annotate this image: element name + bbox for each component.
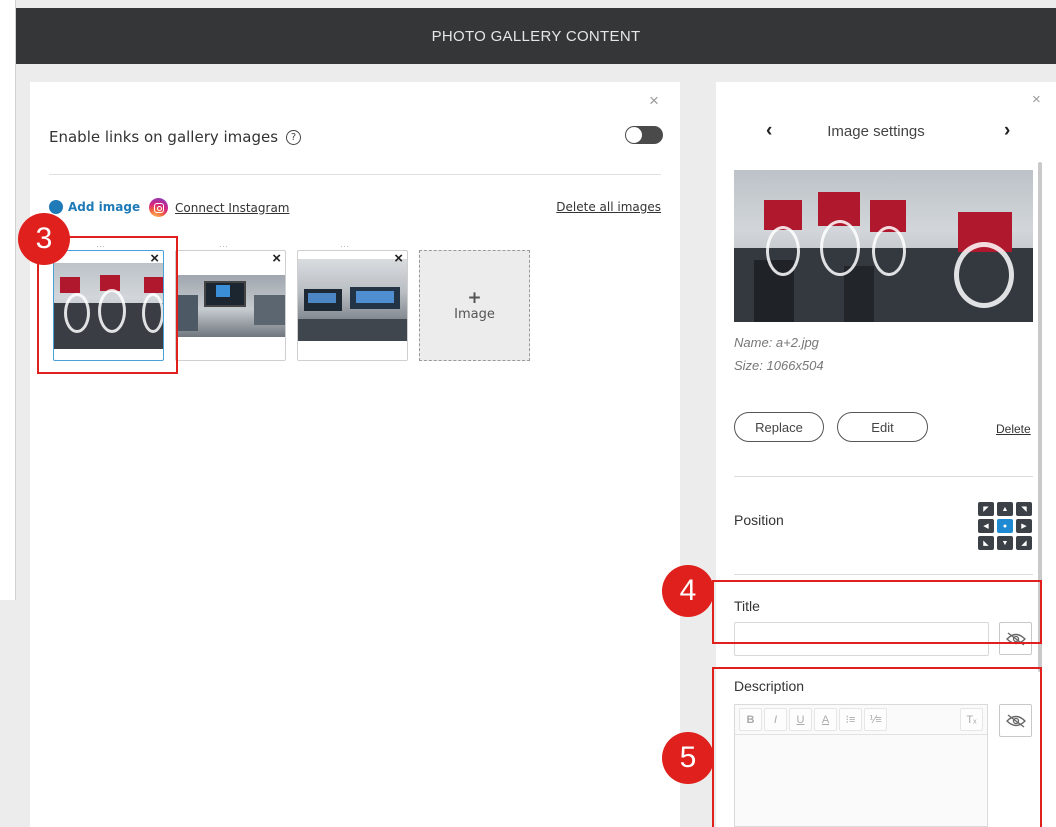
thumb-delete-icon[interactable]: × xyxy=(272,251,281,268)
connect-instagram-link[interactable]: Connect Instagram xyxy=(149,198,289,217)
image-name: Name: a+2.jpg xyxy=(734,335,819,350)
replace-button[interactable]: Replace xyxy=(734,412,824,442)
eye-off-icon xyxy=(1005,631,1026,646)
thumb-delete-icon[interactable]: × xyxy=(394,251,403,268)
gallery-thumbnail[interactable]: × xyxy=(297,250,408,361)
position-left[interactable]: ◀ xyxy=(978,519,994,533)
close-icon[interactable]: × xyxy=(649,92,659,109)
image-preview xyxy=(734,170,1033,322)
header-bar: PHOTO GALLERY CONTENT xyxy=(16,8,1056,64)
train-interior-photo xyxy=(176,275,285,337)
enable-links-toggle[interactable] xyxy=(625,126,663,144)
page-title: PHOTO GALLERY CONTENT xyxy=(431,27,641,45)
description-label: Description xyxy=(734,678,805,694)
hide-description-button[interactable] xyxy=(999,704,1032,737)
position-bottom[interactable]: ▼ xyxy=(997,536,1013,550)
toggle-knob xyxy=(626,127,642,143)
title-input[interactable] xyxy=(734,622,989,656)
divider xyxy=(49,174,661,175)
delete-image-link[interactable]: Delete xyxy=(996,422,1031,436)
gallery-panel: × Enable links on gallery images ? Add i… xyxy=(30,82,680,827)
position-label: Position xyxy=(734,512,784,528)
divider xyxy=(734,476,1033,477)
delete-all-images-link[interactable]: Delete all images xyxy=(556,200,661,214)
left-edge-panel xyxy=(0,0,16,600)
help-icon[interactable]: ? xyxy=(286,129,302,145)
eye-off-icon xyxy=(1005,713,1026,728)
add-image-tile[interactable]: + Image xyxy=(419,250,530,361)
gallery-thumbnail[interactable]: × xyxy=(53,250,164,361)
connect-instagram-label: Connect Instagram xyxy=(175,200,290,215)
image-settings-header: ‹ Image settings › xyxy=(716,120,1036,144)
position-picker[interactable]: ◤ ▲ ◥ ◀ ● ▶ ◣ ▼ ◢ xyxy=(978,502,1034,550)
chevron-right-icon[interactable]: › xyxy=(1004,120,1010,142)
text-color-button[interactable]: A xyxy=(814,708,837,731)
thumb-delete-icon[interactable]: × xyxy=(150,251,159,268)
add-circle-icon xyxy=(49,200,63,214)
image-settings-title: Image settings xyxy=(827,123,925,140)
editor-toolbar: B I U A ⁝≡ ⅟≡ Tₓ xyxy=(735,705,987,735)
gallery-thumbnail[interactable]: × xyxy=(175,250,286,361)
bulleted-list-button[interactable]: ⁝≡ xyxy=(839,708,862,731)
image-size: Size: 1066x504 xyxy=(734,358,824,373)
title-label: Title xyxy=(734,598,760,614)
position-top[interactable]: ▲ xyxy=(997,502,1013,516)
position-bottom-right[interactable]: ◢ xyxy=(1016,536,1032,550)
enable-links-label: Enable links on gallery images xyxy=(49,128,279,146)
gallery-actions: Add image Connect Instagram Delete all i… xyxy=(49,197,661,219)
position-top-left[interactable]: ◤ xyxy=(978,502,994,516)
italic-button[interactable]: I xyxy=(764,708,787,731)
instagram-icon xyxy=(149,198,168,217)
clear-formatting-button[interactable]: Tₓ xyxy=(960,708,983,731)
position-bottom-left[interactable]: ◣ xyxy=(978,536,994,550)
edit-button[interactable]: Edit xyxy=(837,412,928,442)
add-image-label: Add image xyxy=(68,200,141,214)
bold-button[interactable]: B xyxy=(739,708,762,731)
left-edge-gap xyxy=(0,600,16,827)
callout-badge-5: 5 xyxy=(662,732,714,784)
description-editor[interactable]: B I U A ⁝≡ ⅟≡ Tₓ xyxy=(734,704,988,827)
add-tile-label: Image xyxy=(454,306,495,322)
hide-title-button[interactable] xyxy=(999,622,1032,655)
callout-badge-4: 4 xyxy=(662,565,714,617)
numbered-list-button[interactable]: ⅟≡ xyxy=(864,708,887,731)
position-top-right[interactable]: ◥ xyxy=(1016,502,1032,516)
close-icon[interactable]: × xyxy=(1032,92,1041,107)
plus-icon: + xyxy=(467,287,482,308)
position-center[interactable]: ● xyxy=(997,519,1013,533)
subway-photo xyxy=(54,263,163,349)
add-image-button[interactable]: Add image xyxy=(49,200,140,214)
image-settings-panel: × ‹ Image settings › Name: a+2.jpg Size:… xyxy=(716,82,1056,827)
divider xyxy=(734,574,1033,575)
callout-badge-3: 3 xyxy=(18,213,70,265)
scrollbar[interactable] xyxy=(1038,162,1042,672)
underline-button[interactable]: U xyxy=(789,708,812,731)
position-right[interactable]: ▶ xyxy=(1016,519,1032,533)
train-ceiling-photo xyxy=(298,259,407,341)
enable-links-row: Enable links on gallery images ? xyxy=(49,128,302,146)
